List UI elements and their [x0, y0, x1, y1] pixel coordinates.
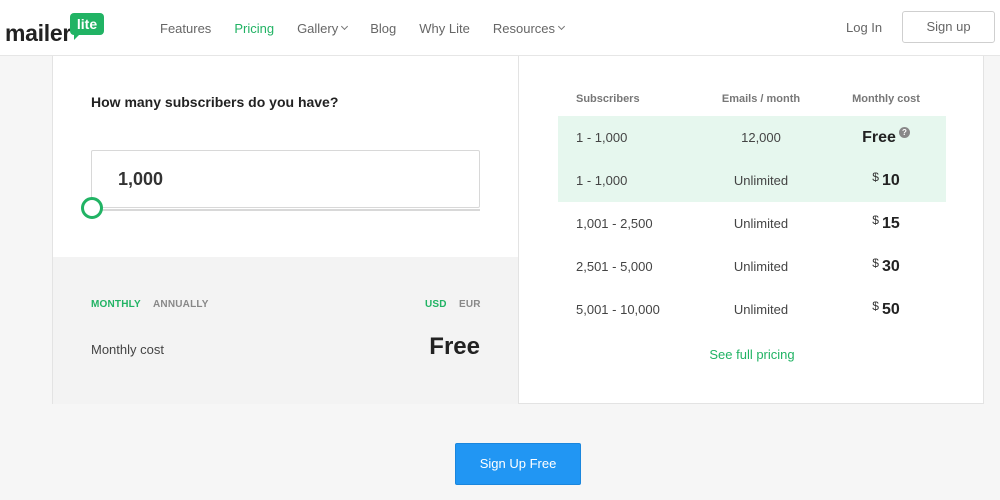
- sign-up-free-button[interactable]: Sign Up Free: [455, 443, 581, 485]
- nav-features[interactable]: Features: [160, 21, 211, 36]
- subscribers-slider-track[interactable]: [91, 209, 480, 211]
- currency-eur-toggle[interactable]: EUR: [459, 299, 481, 310]
- row-cost: $30: [828, 256, 944, 276]
- row-cost: $10: [828, 170, 944, 190]
- row-amount: 15: [881, 215, 900, 232]
- row-currency: $: [872, 213, 879, 227]
- billing-annually-toggle[interactable]: ANNUALLY: [153, 299, 209, 310]
- row-amount: Free: [862, 129, 896, 146]
- nav-pricing-label: Pricing: [234, 20, 275, 36]
- see-full-pricing-link[interactable]: See full pricing: [558, 347, 946, 362]
- nav-gallery-label: Gallery: [297, 20, 339, 36]
- monthly-cost-value: Free: [429, 333, 480, 360]
- currency-usd-toggle[interactable]: USD: [425, 299, 447, 310]
- help-icon[interactable]: ?: [898, 127, 910, 138]
- row-emails: Unlimited: [733, 173, 789, 188]
- table-row: 1 - 1,000 12,000 Free?: [558, 116, 946, 159]
- monthly-cost-label: Monthly cost: [91, 342, 164, 357]
- row-emails: Unlimited: [733, 216, 789, 231]
- table-row: 2,501 - 5,000 Unlimited $30: [558, 245, 946, 288]
- row-cost: $50: [828, 299, 944, 319]
- pricing-card: How many subscribers do you have? 1,000 …: [52, 56, 984, 404]
- nav-why-lite-label: Why Lite: [419, 20, 470, 36]
- row-currency: $: [872, 299, 879, 313]
- row-emails: 12,000: [741, 130, 781, 145]
- chevron-down-icon: [341, 22, 349, 31]
- row-subscribers: 1 - 1,000: [576, 173, 628, 188]
- pricing-table: Subscribers Emails / month Monthly cost …: [558, 81, 946, 362]
- row-currency: $: [872, 256, 879, 270]
- billing-monthly-toggle[interactable]: MONTHLY: [91, 299, 141, 310]
- header-monthly-cost: Monthly cost: [852, 93, 920, 105]
- chevron-down-icon: [557, 22, 566, 31]
- subscriber-calculator: How many subscribers do you have? 1,000 …: [53, 56, 519, 404]
- table-row: 5,001 - 10,000 Unlimited $50: [558, 288, 946, 331]
- subscribers-input[interactable]: 1,000: [91, 150, 480, 208]
- nav-why-lite[interactable]: Why Lite: [419, 21, 470, 36]
- row-cost: Free?: [828, 127, 944, 147]
- row-subscribers: 2,501 - 5,000: [576, 259, 653, 274]
- logo-badge: lite: [70, 13, 104, 40]
- signup-button[interactable]: Sign up: [902, 11, 995, 43]
- nav-features-label: Features: [160, 20, 212, 36]
- logo-wordmark: mailer: [5, 20, 71, 46]
- table-row: 1,001 - 2,500 Unlimited $15: [558, 202, 946, 245]
- nav-blog[interactable]: Blog: [370, 21, 396, 36]
- nav-pricing[interactable]: Pricing: [234, 21, 274, 36]
- nav-blog-label: Blog: [370, 20, 397, 36]
- row-subscribers: 1,001 - 2,500: [576, 216, 653, 231]
- row-amount: 50: [881, 301, 900, 318]
- nav-resources-label: Resources: [492, 20, 555, 36]
- header-subscribers: Subscribers: [576, 93, 640, 105]
- pricing-table-header: Subscribers Emails / month Monthly cost: [558, 81, 946, 116]
- row-currency: $: [872, 170, 879, 184]
- row-amount: 10: [881, 172, 900, 189]
- subscribers-slider-handle[interactable]: [81, 197, 103, 219]
- header-emails: Emails / month: [721, 93, 801, 105]
- main-nav: Features Pricing Gallery Blog Why Lite R…: [160, 0, 587, 56]
- cost-summary: MONTHLY ANNUALLY USD EUR Monthly cost Fr…: [53, 257, 518, 404]
- table-row: 1 - 1,000 Unlimited $10: [558, 159, 946, 202]
- site-header: mailer lite Features Pricing Gallery Blo…: [0, 0, 1000, 56]
- row-emails: Unlimited: [733, 302, 789, 317]
- row-amount: 30: [881, 258, 900, 275]
- row-subscribers: 1 - 1,000: [576, 130, 628, 145]
- row-emails: Unlimited: [733, 259, 789, 274]
- nav-gallery[interactable]: Gallery: [297, 20, 349, 36]
- nav-resources[interactable]: Resources: [492, 20, 566, 36]
- subscribers-question: How many subscribers do you have?: [91, 94, 339, 110]
- row-subscribers: 5,001 - 10,000: [576, 302, 660, 317]
- row-cost: $15: [828, 213, 944, 233]
- login-link[interactable]: Log In: [846, 20, 882, 35]
